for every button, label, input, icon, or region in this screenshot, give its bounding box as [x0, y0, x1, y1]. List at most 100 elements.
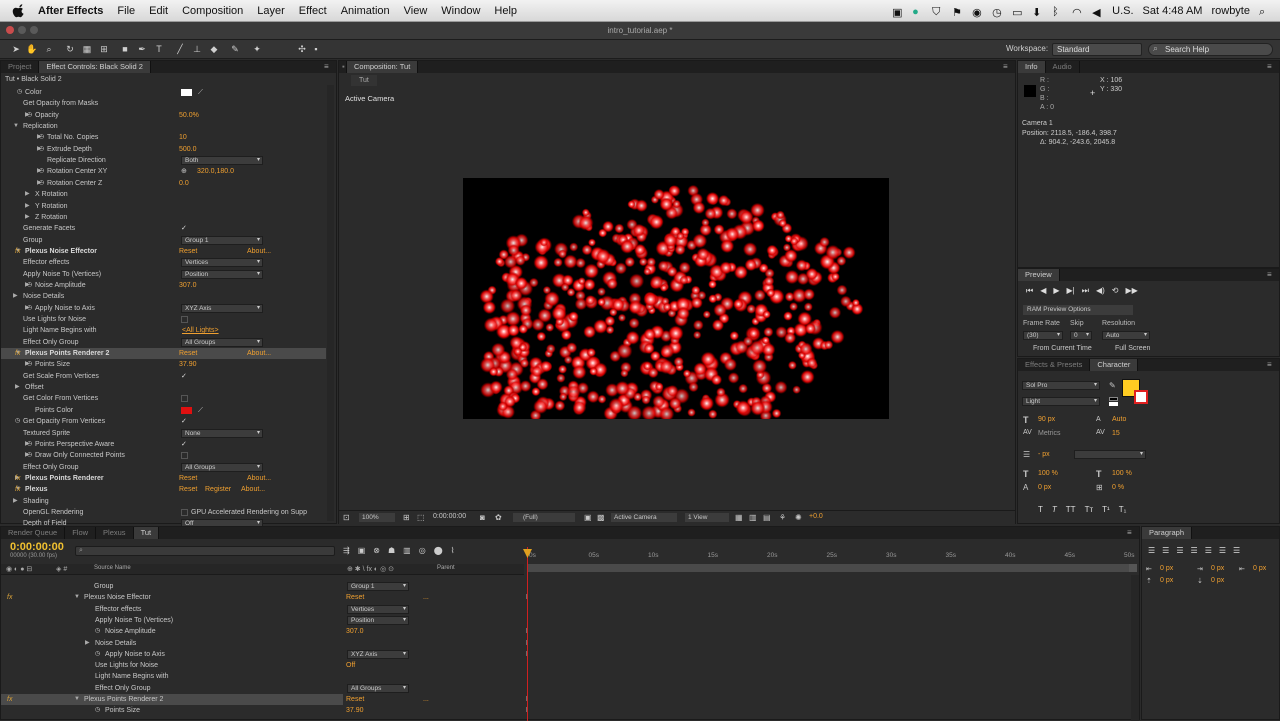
faux-italic-icon[interactable]: T: [1052, 505, 1057, 514]
fast-previews-icon[interactable]: ▥: [749, 513, 757, 522]
stopwatch-icon[interactable]: ◷: [27, 280, 32, 291]
space-after-value[interactable]: 0 px: [1211, 577, 1224, 584]
rectangle-tool-icon[interactable]: ■: [119, 43, 131, 55]
tab-plexus[interactable]: Plexus: [96, 527, 134, 539]
menu-edit[interactable]: Edit: [147, 5, 170, 17]
menu-composition[interactable]: Composition: [180, 5, 245, 17]
effect-checkbox[interactable]: [181, 452, 188, 460]
align-left-icon[interactable]: ☰: [1148, 546, 1155, 555]
tab-info[interactable]: Info: [1018, 61, 1046, 73]
baseline-shift-value[interactable]: 0 px: [1038, 484, 1051, 491]
effect-row-dropdown[interactable]: Both: [181, 156, 263, 166]
menu-file[interactable]: File: [115, 5, 137, 17]
motion-blur-icon[interactable]: ◎: [419, 546, 426, 555]
resolution-select-preview[interactable]: Auto: [1102, 331, 1150, 340]
fx-icon[interactable]: fx: [15, 484, 20, 495]
always-preview-icon[interactable]: ⊡: [343, 513, 350, 522]
effect-checkbox[interactable]: ✓: [181, 441, 188, 448]
workspace-select[interactable]: Standard: [1052, 43, 1142, 56]
puppet-tool-icon[interactable]: ✦: [251, 43, 263, 55]
tab-tut[interactable]: Tut: [133, 527, 160, 539]
roi-icon[interactable]: ▣: [584, 513, 592, 522]
effect-row-value[interactable]: 320.0,180.0: [197, 166, 234, 177]
effect-row-dropdown[interactable]: Vertices: [181, 258, 263, 268]
horizontal-scale-value[interactable]: 100 %: [1112, 470, 1132, 477]
comp-panel-menu-icon[interactable]: ≡: [1003, 63, 1011, 71]
next-frame-icon[interactable]: ▶|: [1067, 286, 1075, 296]
effect-row-dropdown[interactable]: Position: [181, 269, 263, 279]
wifi-icon[interactable]: ◠: [1072, 6, 1083, 19]
menu-view[interactable]: View: [402, 5, 430, 17]
white-swatch[interactable]: [1109, 402, 1118, 406]
brainstorm-icon[interactable]: ⬤: [434, 546, 443, 555]
hand-tool-icon[interactable]: ✋: [26, 43, 38, 55]
effect-row-dropdown[interactable]: All Groups: [181, 337, 263, 347]
timeline-timecode[interactable]: 0:00:00:00: [10, 541, 64, 553]
clock[interactable]: Sat 4:48 AM: [1143, 5, 1203, 17]
twirl-triangle-icon[interactable]: ▼: [74, 592, 80, 603]
work-area-end[interactable]: [1129, 564, 1137, 572]
parent-header[interactable]: Parent: [437, 565, 455, 571]
timeline-row[interactable]: ◷Apply Noise to AxisXYZ AxisI: [1, 649, 1129, 660]
justify-left-icon[interactable]: ☰: [1191, 546, 1198, 555]
timeline-row[interactable]: fx▼Plexus Points Renderer 2Reset...I: [1, 694, 1129, 705]
about-link[interactable]: ...: [423, 592, 429, 603]
reset-link[interactable]: Reset: [179, 348, 197, 359]
graph-editor-icon[interactable]: ⌇: [451, 546, 455, 555]
effect-row-dropdown[interactable]: None: [181, 428, 263, 438]
brush-tool-icon[interactable]: ╱: [174, 43, 186, 55]
align-center-icon[interactable]: ☰: [1162, 546, 1169, 555]
stroke-color-swatch[interactable]: [1134, 390, 1148, 404]
preview-menu-icon[interactable]: ≡: [1267, 271, 1275, 279]
tab-paragraph[interactable]: Paragraph: [1142, 527, 1193, 539]
tab-flow[interactable]: Flow: [65, 527, 97, 539]
about-link[interactable]: About...: [247, 348, 271, 359]
tab-character[interactable]: Character: [1090, 359, 1139, 371]
stroke-width-value[interactable]: - px: [1038, 451, 1050, 458]
volume-icon[interactable]: ◀: [1092, 6, 1103, 19]
vertical-scale-value[interactable]: 100 %: [1038, 470, 1058, 477]
app-menu[interactable]: After Effects: [36, 5, 105, 17]
pan-behind-tool-icon[interactable]: ⊞: [98, 43, 110, 55]
mask-visibility-icon[interactable]: ⬚: [417, 513, 425, 522]
effect-row-value[interactable]: 50.0%: [179, 110, 199, 121]
user-name[interactable]: rowbyte: [1211, 5, 1250, 17]
effect-row-value[interactable]: 0.0: [179, 178, 189, 189]
about-link[interactable]: ...: [423, 694, 429, 705]
prev-frame-icon[interactable]: ◀: [1040, 286, 1046, 296]
twirl-triangle-icon[interactable]: ▶: [85, 638, 90, 649]
effect-checkbox[interactable]: ✓: [181, 418, 188, 425]
timeline-row-dropdown[interactable]: Group 1: [347, 582, 409, 591]
fx-icon[interactable]: fx: [15, 246, 20, 257]
subscript-icon[interactable]: T₁: [1119, 505, 1127, 514]
stopwatch-icon[interactable]: ◷: [95, 649, 100, 660]
timeline-row-value[interactable]: 37.90: [346, 705, 364, 716]
reset-link[interactable]: Reset: [179, 246, 197, 257]
timeline-row-value[interactable]: 307.0: [346, 626, 364, 637]
effect-checkbox[interactable]: [181, 316, 188, 323]
effect-row-dropdown[interactable]: All Groups: [181, 462, 263, 472]
flag-icon[interactable]: ⚑: [952, 6, 963, 19]
snapshot-icon[interactable]: ◙: [480, 513, 485, 522]
timeline-row[interactable]: ▶Noise DetailsI: [1, 638, 1129, 649]
effect-row-value[interactable]: GPU Accelerated Rendering on Supp: [191, 507, 307, 518]
eraser-tool-icon[interactable]: ◆: [208, 43, 220, 55]
faux-bold-icon[interactable]: T: [1038, 505, 1043, 514]
justify-all-icon[interactable]: ☰: [1233, 546, 1240, 555]
ram-preview-icon[interactable]: ▶▶: [1125, 286, 1137, 296]
sync-icon[interactable]: ●: [912, 6, 923, 18]
reset-link[interactable]: Reset: [179, 473, 197, 484]
skip-select[interactable]: 0: [1070, 331, 1092, 340]
tab-preview[interactable]: Preview: [1018, 269, 1060, 281]
minimize-window-button[interactable]: [18, 26, 26, 34]
pen-tool-icon[interactable]: ✒: [136, 43, 148, 55]
tsume-value[interactable]: 0 %: [1112, 484, 1124, 491]
effect-row-dropdown[interactable]: XYZ Axis: [181, 303, 263, 313]
eyedropper-icon[interactable]: ✎: [1109, 381, 1116, 390]
stopwatch-icon[interactable]: ◷: [15, 416, 20, 427]
rotate-tool-icon[interactable]: ↻: [64, 43, 76, 55]
menu-window[interactable]: Window: [439, 5, 482, 17]
timeline-search-input[interactable]: ⌕: [75, 546, 335, 556]
twirl-triangle-icon[interactable]: ▼: [13, 121, 19, 132]
twirl-triangle-icon[interactable]: ▶: [25, 212, 30, 223]
